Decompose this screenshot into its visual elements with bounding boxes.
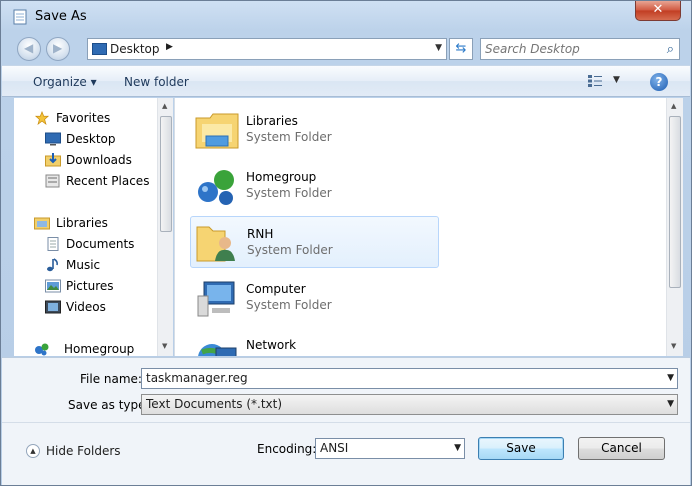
libraries-icon xyxy=(34,217,50,230)
network-icon xyxy=(198,344,237,356)
search-box[interactable]: ⌕ xyxy=(480,38,680,60)
arrow-left-icon: ◀ xyxy=(24,41,34,55)
help-button[interactable]: ? xyxy=(650,73,668,91)
scroll-down-icon[interactable]: ▼ xyxy=(671,342,676,350)
computer-icon xyxy=(197,281,235,317)
encoding-label: Encoding: xyxy=(257,442,317,456)
new-folder-button[interactable]: New folder xyxy=(124,75,189,89)
file-name-value: taskmanager.reg xyxy=(146,371,248,385)
chevron-down-icon[interactable]: ▼ xyxy=(667,373,674,383)
back-button[interactable]: ◀ xyxy=(17,37,41,61)
recent-places-icon xyxy=(45,174,60,188)
file-list: Libraries System Folder Homegroup System… xyxy=(174,98,666,356)
close-icon: ✕ xyxy=(652,2,664,17)
list-item[interactable]: Homegroup System Folder xyxy=(190,160,439,212)
save-type-select[interactable]: Text Documents (*.txt) ▼ xyxy=(141,394,678,415)
forward-button[interactable]: ▶ xyxy=(46,37,70,61)
library-folder-icon xyxy=(195,113,239,149)
arrow-right-icon: ▶ xyxy=(53,41,63,55)
address-bar[interactable]: Desktop ▶ ▼ xyxy=(87,38,447,60)
file-name-field[interactable]: taskmanager.reg ▼ xyxy=(141,368,678,389)
organize-button[interactable]: Organize ▾ xyxy=(33,75,97,89)
list-item-selected[interactable]: RNH System Folder xyxy=(190,216,439,268)
star-icon xyxy=(34,111,50,125)
music-icon xyxy=(47,258,58,272)
chevron-up-icon: ▲ xyxy=(26,444,40,458)
save-button[interactable]: Save xyxy=(478,437,564,460)
scroll-down-icon[interactable]: ▼ xyxy=(162,342,167,350)
cancel-button[interactable]: Cancel xyxy=(578,437,665,460)
refresh-icon: ⇆ xyxy=(455,41,467,56)
videos-icon xyxy=(45,300,61,314)
navigation-pane: Favorites Desktop Downloads Recent Place… xyxy=(14,98,171,356)
user-folder-icon xyxy=(196,226,235,262)
chevron-right-icon[interactable]: ▶ xyxy=(166,42,173,52)
documents-icon xyxy=(47,237,59,251)
list-item[interactable]: Network xyxy=(190,328,439,356)
scroll-up-icon[interactable]: ▲ xyxy=(671,102,676,110)
scroll-up-icon[interactable]: ▲ xyxy=(162,102,167,110)
close-button[interactable]: ✕ xyxy=(635,1,681,21)
desktop-icon xyxy=(45,132,61,146)
save-type-label: Save as type: xyxy=(68,398,150,412)
encoding-select[interactable]: ANSI ▼ xyxy=(315,438,465,459)
homegroup-icon xyxy=(198,170,234,205)
file-list-scrollbar[interactable]: ▲ ▼ xyxy=(666,98,683,356)
pictures-icon xyxy=(45,279,61,293)
search-input[interactable] xyxy=(485,41,655,57)
help-icon: ? xyxy=(655,75,663,89)
command-bar: Organize ▾ New folder ▼ ? xyxy=(2,65,690,97)
chevron-down-icon[interactable]: ▼ xyxy=(454,443,461,453)
view-icon[interactable] xyxy=(588,75,602,87)
homegroup-icon xyxy=(35,343,49,356)
save-type-value: Text Documents (*.txt) xyxy=(146,397,283,411)
list-item[interactable]: Libraries System Folder xyxy=(190,104,439,156)
sidebar-scroll-thumb[interactable] xyxy=(160,116,172,232)
desktop-icon xyxy=(92,43,107,55)
chevron-down-icon[interactable]: ▼ xyxy=(435,43,442,53)
downloads-icon xyxy=(45,153,61,167)
address-text: Desktop xyxy=(110,42,160,56)
file-name-label: File name: xyxy=(80,372,142,386)
sidebar-scrollbar[interactable]: ▲ ▼ xyxy=(157,98,173,356)
chevron-down-icon[interactable]: ▼ xyxy=(667,399,674,409)
search-icon[interactable]: ⌕ xyxy=(667,42,674,57)
notepad-icon xyxy=(13,9,27,25)
save-options: File name: taskmanager.reg ▼ Save as typ… xyxy=(2,357,690,485)
navigation-bar: ◀ ▶ Desktop ▶ ▼ ⇆ ⌕ xyxy=(1,33,691,63)
encoding-value: ANSI xyxy=(320,441,349,455)
save-as-dialog: Save As ✕ ◀ ▶ Desktop ▶ ▼ ⇆ ⌕ Organize ▾… xyxy=(0,0,692,486)
window-title: Save As xyxy=(35,9,87,24)
refresh-button[interactable]: ⇆ xyxy=(449,38,473,60)
view-dropdown-icon[interactable]: ▼ xyxy=(613,75,620,85)
title-bar[interactable]: Save As ✕ xyxy=(1,1,691,31)
file-list-scroll-thumb[interactable] xyxy=(669,116,681,288)
list-item[interactable]: Computer System Folder xyxy=(190,272,439,324)
divider xyxy=(2,422,690,423)
